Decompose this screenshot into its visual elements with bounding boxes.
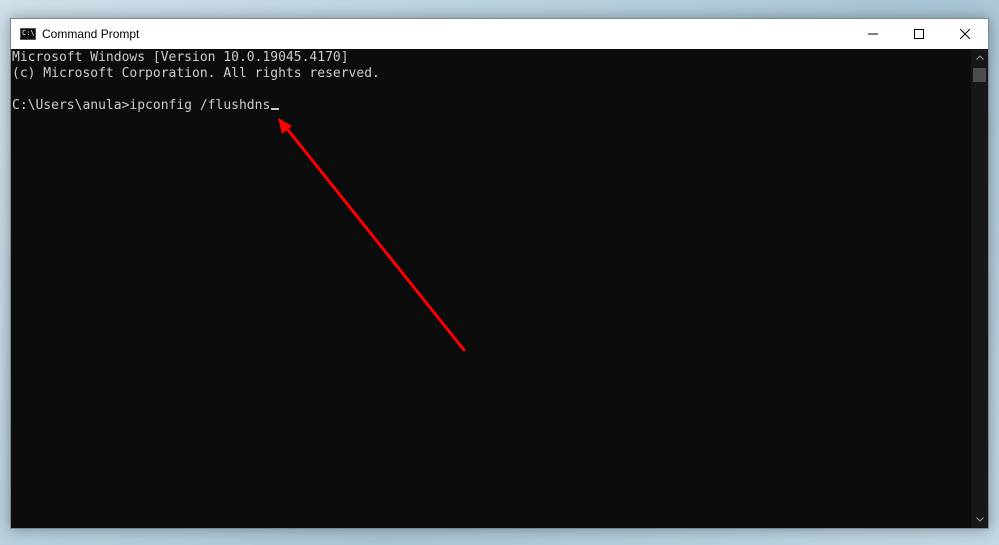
command-text: C:\Users\anula>ipconfig /flushdns (12, 98, 271, 113)
minimize-button[interactable] (850, 19, 896, 49)
command-prompt-window: C:\ Command Prompt Microsoft Windows [Ve… (10, 18, 989, 529)
text-cursor (271, 108, 280, 110)
close-icon (960, 29, 970, 39)
scrollbar-thumb[interactable] (973, 68, 986, 82)
title-bar[interactable]: C:\ Command Prompt (11, 19, 988, 49)
console-output[interactable]: Microsoft Windows [Version 10.0.19045.41… (11, 49, 971, 528)
chevron-up-icon (975, 55, 984, 60)
window-controls (850, 19, 988, 49)
scroll-down-button[interactable] (971, 511, 988, 528)
command-line: C:\Users\anula>ipconfig /flushdns (12, 98, 971, 114)
maximize-icon (914, 29, 924, 39)
minimize-icon (868, 33, 878, 35)
maximize-button[interactable] (896, 19, 942, 49)
window-title: Command Prompt (42, 27, 140, 41)
console-line: Microsoft Windows [Version 10.0.19045.41… (12, 50, 349, 65)
scroll-up-button[interactable] (971, 49, 988, 66)
vertical-scrollbar[interactable] (971, 49, 988, 528)
chevron-down-icon (975, 517, 984, 522)
console-line: (c) Microsoft Corporation. All rights re… (12, 66, 380, 81)
close-button[interactable] (942, 19, 988, 49)
cmd-icon: C:\ (20, 28, 36, 40)
